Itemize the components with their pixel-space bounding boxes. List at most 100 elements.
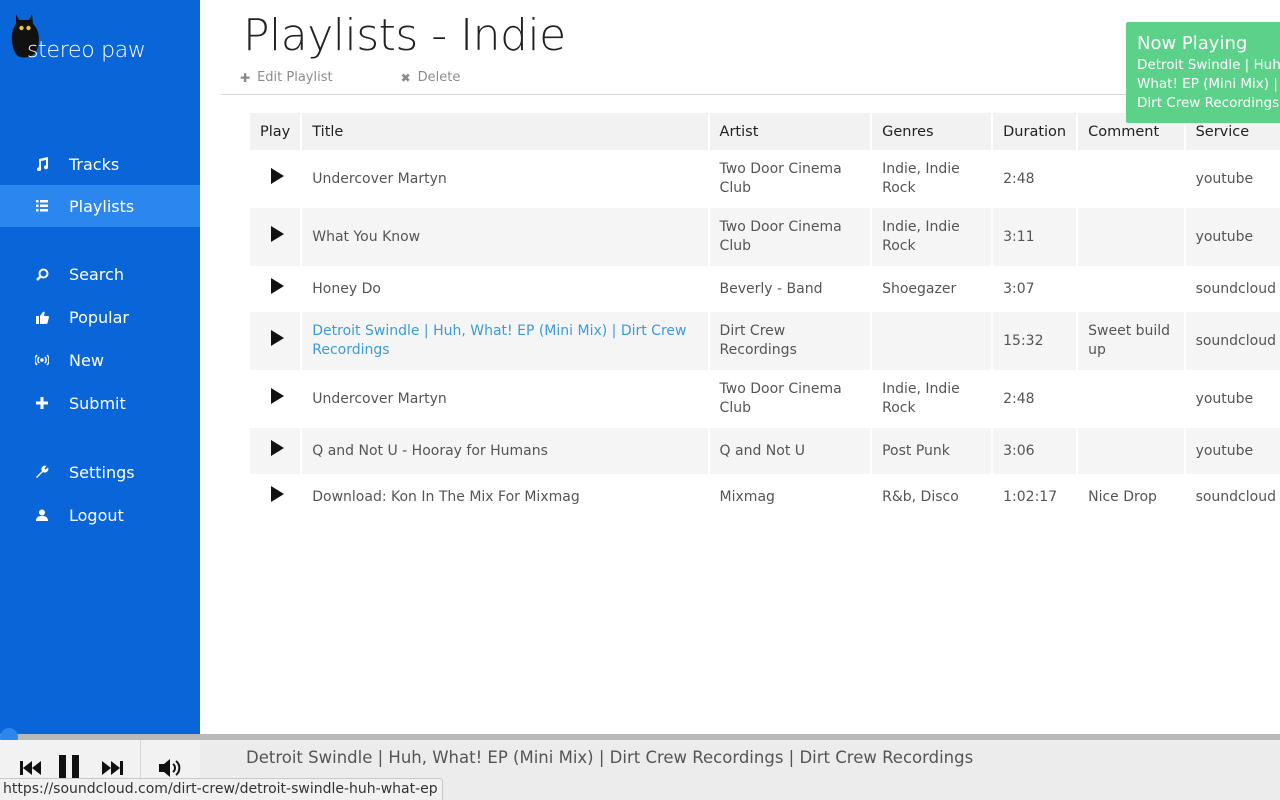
edit-playlist-label: Edit Playlist <box>257 70 333 85</box>
track-service: youtube <box>1195 170 1254 187</box>
play-icon[interactable] <box>270 440 284 456</box>
sidebar-item-label: Settings <box>69 462 135 482</box>
track-comment: Nice Drop <box>1088 488 1157 505</box>
sidebar-item-label: Playlists <box>69 196 135 216</box>
sidebar-item-popular[interactable]: Popular <box>0 296 200 338</box>
track-genres <box>872 312 992 370</box>
play-icon[interactable] <box>270 168 284 184</box>
table-row[interactable]: Download: Kon In The Mix For Mixmag Mixm… <box>250 474 1280 520</box>
plus-icon <box>35 396 49 410</box>
track-duration: 3:11 <box>993 208 1077 266</box>
play-icon[interactable] <box>270 330 284 346</box>
track-genres: Indie, Indie Rock <box>882 381 960 416</box>
track-service: soundcloud <box>1195 280 1276 297</box>
play-icon[interactable] <box>270 278 284 294</box>
now-playing-toast[interactable]: Now Playing Detroit Swindle | Huh, What!… <box>1126 22 1280 123</box>
playlist-actions: ✚ Edit Playlist ✖ Delete <box>240 70 460 85</box>
track-genres: Post Punk <box>872 428 992 474</box>
track-title[interactable]: Download: Kon In The Mix For Mixmag <box>302 474 707 520</box>
track-genres: Indie, Indie Rock <box>882 161 960 196</box>
sidebar-item-submit[interactable]: Submit <box>0 382 200 424</box>
column-header-artist[interactable]: Artist <box>709 113 871 150</box>
sidebar-item-tracks[interactable]: Tracks <box>0 143 200 185</box>
track-comment: Sweet build up <box>1078 312 1184 370</box>
table-row[interactable]: Undercover Martyn Two Door Cinema Club I… <box>250 150 1280 208</box>
sidebar-item-settings[interactable]: Settings <box>0 451 200 493</box>
column-header-genres[interactable]: Genres <box>872 113 992 150</box>
track-duration: 15:32 <box>993 312 1077 370</box>
now-playing-track: Detroit Swindle | Huh, What! EP (Mini Mi… <box>1137 57 1280 111</box>
sidebar-item-label: Popular <box>69 307 129 327</box>
table-row[interactable]: Q and Not U - Hooray for Humans Q and No… <box>250 428 1280 474</box>
brand-name: stereo paw <box>27 38 146 63</box>
track-comment <box>1078 370 1183 428</box>
sidebar-item-new[interactable]: New <box>0 339 200 381</box>
header-divider <box>221 94 1280 95</box>
play-cell <box>250 208 301 266</box>
track-genres: Shoegazer <box>882 280 957 297</box>
play-cell <box>250 266 300 312</box>
track-artist: Beverly - Band <box>719 280 823 297</box>
track-title[interactable]: Q and Not U - Hooray for Humans <box>302 428 708 474</box>
track-table: Play Title Artist Genres Duration Commen… <box>248 113 1280 520</box>
delete-label: Delete <box>417 70 461 85</box>
brand-logo[interactable]: stereo paw <box>6 6 196 66</box>
track-artist: Two Door Cinema Club <box>719 161 842 196</box>
page-title: Playlists - Indie <box>243 10 566 61</box>
edit-playlist-button[interactable]: ✚ Edit Playlist <box>240 70 333 85</box>
column-header-play[interactable]: Play <box>250 113 301 150</box>
plus-icon: ✚ <box>240 70 251 85</box>
play-icon[interactable] <box>270 388 284 404</box>
play-cell <box>250 370 300 428</box>
play-icon[interactable] <box>270 486 284 502</box>
sidebar-item-label: Tracks <box>69 154 120 174</box>
track-service: youtube <box>1185 208 1280 266</box>
play-cell <box>250 312 301 370</box>
track-title[interactable]: What You Know <box>302 208 708 266</box>
track-service: youtube <box>1185 428 1280 474</box>
track-duration: 3:07 <box>1003 280 1035 297</box>
previous-icon[interactable] <box>20 760 42 780</box>
track-duration: 1:02:17 <box>1003 488 1058 505</box>
close-icon: ✖ <box>400 70 411 85</box>
track-artist: Two Door Cinema Club <box>709 208 871 266</box>
thumbs-up-icon <box>35 310 49 324</box>
track-title[interactable]: Detroit Swindle | Huh, What! EP (Mini Mi… <box>302 312 708 370</box>
track-genres: R&b, Disco <box>882 488 959 505</box>
track-artist: Q and Not U <box>709 428 871 474</box>
table-row[interactable]: Undercover Martyn Two Door Cinema Club I… <box>250 370 1280 428</box>
play-icon[interactable] <box>270 226 284 242</box>
track-genres: Indie, Indie Rock <box>872 208 992 266</box>
track-service: soundcloud <box>1185 312 1280 370</box>
sidebar-item-playlists[interactable]: Playlists <box>0 185 200 227</box>
play-cell <box>250 428 301 474</box>
sidebar-item-label: Logout <box>69 505 124 525</box>
broadcast-icon <box>35 353 49 367</box>
sidebar-item-logout[interactable]: Logout <box>0 494 200 536</box>
track-comment <box>1078 150 1183 208</box>
sidebar-item-label: Submit <box>69 393 126 413</box>
track-duration: 3:06 <box>993 428 1077 474</box>
now-playing-title: Now Playing <box>1137 33 1248 54</box>
sidebar-item-search[interactable]: Search <box>0 253 200 295</box>
play-cell <box>250 474 300 520</box>
track-comment <box>1078 266 1183 312</box>
delete-button[interactable]: ✖ Delete <box>401 70 461 85</box>
play-cell <box>250 150 300 208</box>
next-icon[interactable] <box>101 760 123 780</box>
track-artist: Mixmag <box>719 488 775 505</box>
track-title[interactable]: Undercover Martyn <box>302 370 707 428</box>
track-service: youtube <box>1195 390 1254 407</box>
table-row[interactable]: Honey Do Beverly - Band Shoegazer 3:07 s… <box>250 266 1280 312</box>
track-title[interactable]: Honey Do <box>302 266 707 312</box>
wrench-icon <box>35 465 49 479</box>
track-title[interactable]: Undercover Martyn <box>302 150 707 208</box>
table-row-playing[interactable]: Detroit Swindle | Huh, What! EP (Mini Mi… <box>250 312 1280 370</box>
search-icon <box>35 267 49 281</box>
table-row[interactable]: What You Know Two Door Cinema Club Indie… <box>250 208 1280 266</box>
sidebar-item-label: New <box>69 350 104 370</box>
music-icon <box>35 157 49 171</box>
column-header-title[interactable]: Title <box>302 113 708 150</box>
player-track-title: Detroit Swindle | Huh, What! EP (Mini Mi… <box>246 748 974 767</box>
column-header-duration[interactable]: Duration <box>993 113 1077 150</box>
